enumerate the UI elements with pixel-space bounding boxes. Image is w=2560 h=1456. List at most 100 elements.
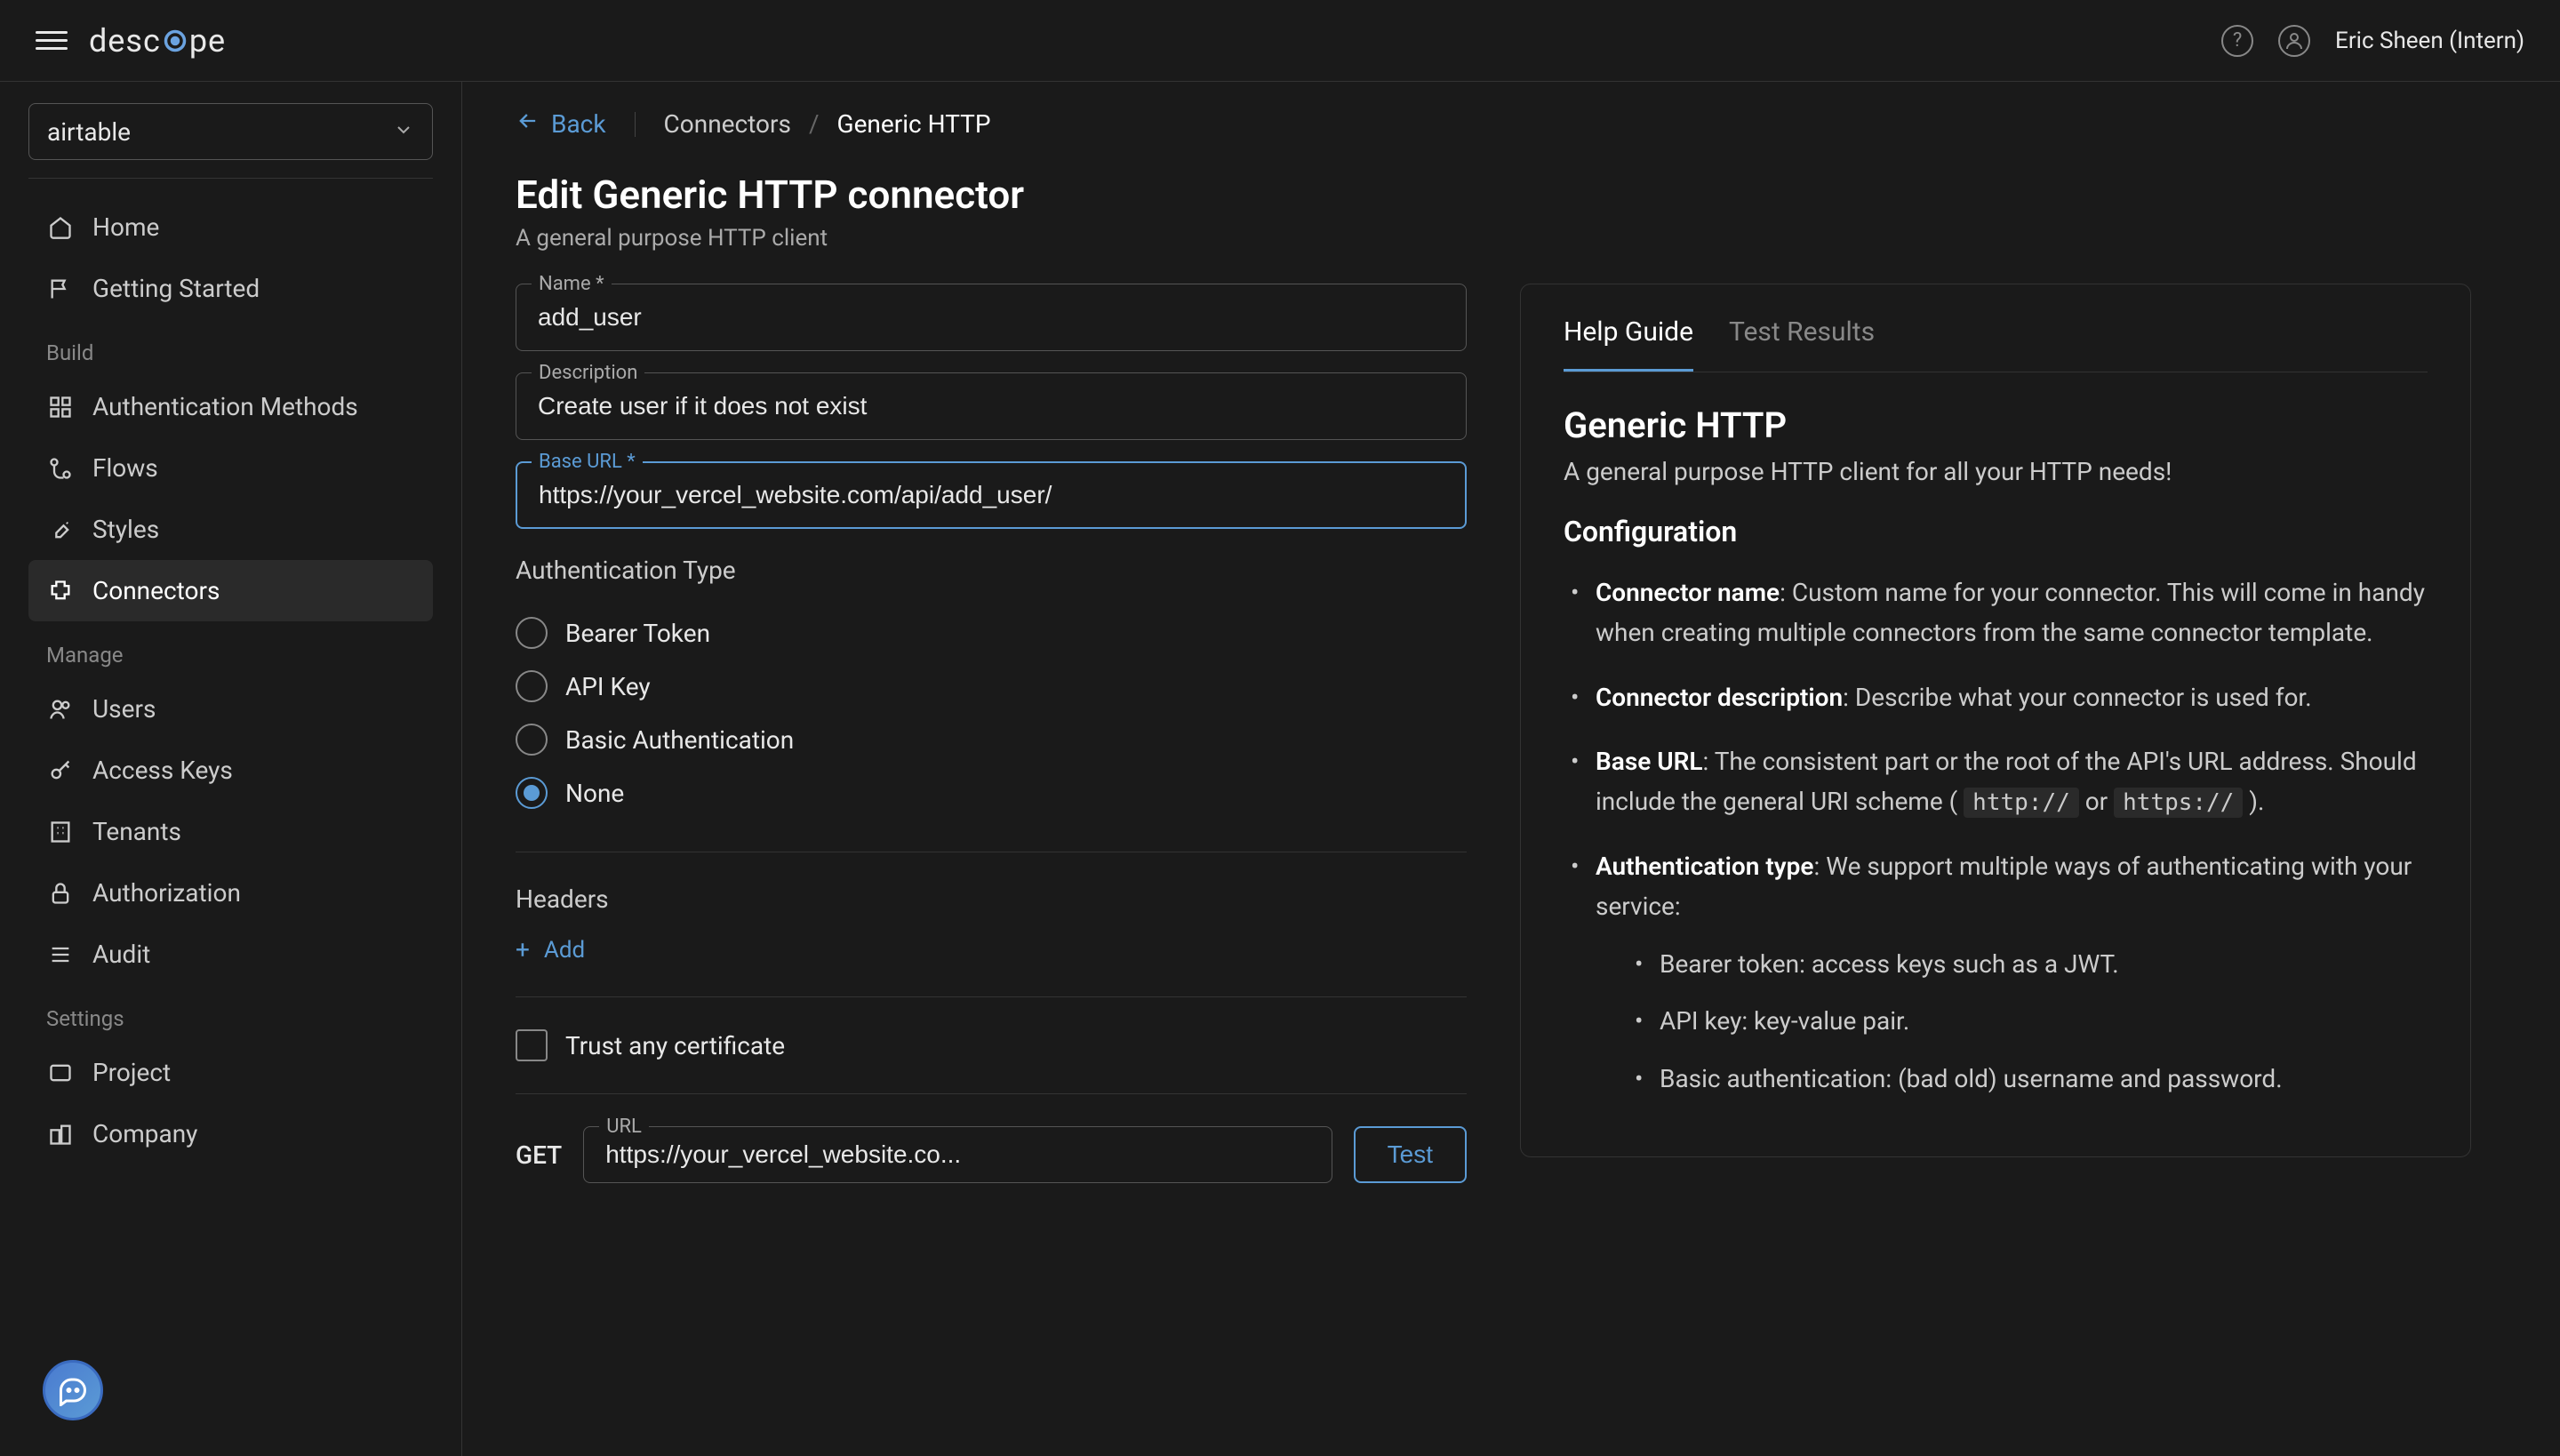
hamburger-menu-icon[interactable]: [36, 25, 68, 57]
breadcrumb-link[interactable]: Connectors: [664, 109, 791, 139]
logo-text-post: pe: [189, 22, 226, 60]
radio-icon: [516, 670, 548, 702]
breadcrumb-row: Back Connectors / Generic HTTP: [516, 108, 2507, 140]
config-term: Base URL: [1596, 747, 1703, 776]
radio-label: API Key: [565, 672, 651, 701]
config-text: or: [2079, 787, 2114, 816]
sidebar-item-label: Access Keys: [92, 756, 233, 785]
lock-icon: [46, 879, 75, 908]
config-term: Authentication type: [1596, 852, 1813, 881]
radio-label: Basic Authentication: [565, 725, 794, 755]
description-label: Description: [532, 362, 644, 384]
tenant-select[interactable]: airtable: [28, 103, 433, 160]
config-term: Connector description: [1596, 683, 1843, 712]
name-input[interactable]: [516, 284, 1467, 351]
sidebar-item-label: Authorization: [92, 878, 241, 908]
breadcrumb: Connectors / Generic HTTP: [664, 109, 991, 139]
page-title: Edit Generic HTTP connector: [516, 172, 2507, 218]
auth-type-label: Authentication Type: [516, 556, 1467, 585]
content: Back Connectors / Generic HTTP Edit Gene…: [462, 82, 2560, 1456]
sidebar-item-connectors[interactable]: Connectors: [28, 560, 433, 621]
sidebar-item-label: Getting Started: [92, 274, 260, 303]
sidebar-item-styles[interactable]: Styles: [28, 499, 433, 560]
breadcrumb-current: Generic HTTP: [837, 109, 991, 139]
radio-label: Bearer Token: [565, 619, 710, 648]
main-layout: airtable Home Getting Started Build Auth…: [0, 82, 2560, 1456]
page-subtitle: A general purpose HTTP client: [516, 225, 2507, 252]
description-field-group: Description: [516, 372, 1467, 440]
tab-test-results[interactable]: Test Results: [1729, 316, 1875, 372]
two-col: Name * Description Base URL * Authentica…: [516, 284, 2507, 1183]
config-heading: Configuration: [1564, 515, 2428, 548]
chat-bubble-icon[interactable]: [43, 1360, 103, 1420]
radio-api-key[interactable]: API Key: [516, 660, 1467, 713]
topbar-right: ? Eric Sheen (Intern): [2221, 25, 2524, 57]
sidebar-item-home[interactable]: Home: [28, 196, 433, 258]
sidebar-item-label: Users: [92, 694, 156, 724]
branch-icon: [46, 454, 75, 483]
sidebar-item-auth-methods[interactable]: Authentication Methods: [28, 376, 433, 437]
tab-help-guide[interactable]: Help Guide: [1564, 316, 1693, 372]
code-pill: https://: [2114, 788, 2243, 818]
sidebar-item-audit[interactable]: Audit: [28, 924, 433, 985]
description-input[interactable]: [516, 372, 1467, 440]
checkbox-icon: [516, 1029, 548, 1061]
sidebar-item-label: Styles: [92, 515, 159, 544]
help-tabs: Help Guide Test Results: [1564, 316, 2428, 372]
back-button[interactable]: Back: [516, 108, 606, 140]
sidebar-item-company[interactable]: Company: [28, 1103, 433, 1164]
radio-icon: [516, 724, 548, 756]
add-header-button[interactable]: + Add: [516, 935, 1467, 964]
headers-label: Headers: [516, 884, 1467, 914]
radio-icon: [516, 777, 548, 809]
section-build: Build: [28, 319, 433, 376]
sidebar-item-label: Authentication Methods: [92, 392, 358, 421]
config-item: Base URL: The consistent part or the roo…: [1564, 742, 2428, 822]
divider: [516, 996, 1467, 997]
trust-cert-checkbox[interactable]: Trust any certificate: [516, 1029, 1467, 1061]
building-icon: [46, 818, 75, 846]
radio-label: None: [565, 779, 624, 808]
key-icon: [46, 756, 75, 785]
baseurl-input[interactable]: [516, 461, 1467, 529]
puzzle-icon: [46, 577, 75, 605]
sidebar-item-authorization[interactable]: Authorization: [28, 862, 433, 924]
sidebar-item-project[interactable]: Project: [28, 1042, 433, 1103]
user-avatar-icon[interactable]: [2278, 25, 2310, 57]
sidebar-item-getting-started[interactable]: Getting Started: [28, 258, 433, 319]
topbar-left: desc pe: [36, 22, 226, 60]
sidebar-item-tenants[interactable]: Tenants: [28, 801, 433, 862]
radio-bearer-token[interactable]: Bearer Token: [516, 606, 1467, 660]
sidebar-item-label: Tenants: [92, 817, 181, 846]
home-icon: [46, 213, 75, 242]
http-method: GET: [516, 1140, 562, 1170]
radio-none[interactable]: None: [516, 766, 1467, 820]
sidebar-item-label: Home: [92, 212, 159, 242]
test-button[interactable]: Test: [1354, 1126, 1467, 1183]
section-settings: Settings: [28, 985, 433, 1042]
username[interactable]: Eric Sheen (Intern): [2335, 28, 2524, 54]
sublist-item: Bearer token: access keys such as a JWT.: [1628, 945, 2428, 985]
baseurl-label: Base URL *: [532, 451, 643, 473]
logo[interactable]: desc pe: [89, 22, 226, 60]
back-label: Back: [551, 109, 606, 139]
radio-basic-auth[interactable]: Basic Authentication: [516, 713, 1467, 766]
divider: [516, 1093, 1467, 1094]
help-icon[interactable]: ?: [2221, 25, 2253, 57]
config-list: Connector name: Custom name for your con…: [1564, 573, 2428, 1100]
radio-icon: [516, 617, 548, 649]
list-icon: [46, 940, 75, 969]
tenant-selected-label: airtable: [47, 117, 131, 147]
code-pill: http://: [1964, 788, 2079, 818]
plus-icon: +: [516, 935, 530, 964]
test-url-input[interactable]: [583, 1126, 1332, 1183]
sidebar-item-flows[interactable]: Flows: [28, 437, 433, 499]
name-field-group: Name *: [516, 284, 1467, 351]
sidebar-item-users[interactable]: Users: [28, 678, 433, 740]
checkbox-label: Trust any certificate: [565, 1031, 785, 1060]
form-col: Name * Description Base URL * Authentica…: [516, 284, 1467, 1183]
grid-icon: [46, 393, 75, 421]
config-term: Connector name: [1596, 578, 1780, 607]
sidebar-item-access-keys[interactable]: Access Keys: [28, 740, 433, 801]
divider: [28, 178, 433, 179]
